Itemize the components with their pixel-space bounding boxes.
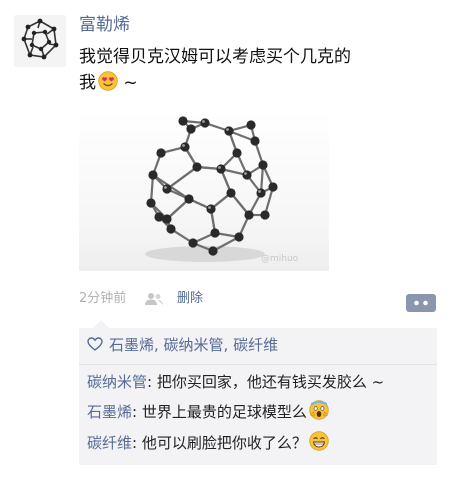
comments-panel: 石墨烯, 碳纳米管, 碳纤维 碳纳米管: 把你买回家，他还有钱买发胶么 ~ 石墨… xyxy=(79,320,437,465)
heart-icon xyxy=(87,337,103,351)
comment-item[interactable]: 石墨烯: 世界上最贵的足球模型么 xyxy=(87,400,329,423)
comment-text: 他可以刷脸把你收了么？ xyxy=(141,434,307,452)
post-time: 2分钟前 xyxy=(79,291,127,306)
comment-item[interactable]: 碳纳米管: 把你买回家，他还有钱买发胶么 ~ xyxy=(87,371,384,393)
comment-menu-button[interactable] xyxy=(406,294,436,312)
screaming-face-emoji-icon xyxy=(309,400,329,420)
likes-divider xyxy=(79,364,437,365)
fullerene-avatar-image xyxy=(21,18,59,60)
post-text-line-2-start: 我 xyxy=(79,73,96,93)
more-dots-icon xyxy=(414,300,428,306)
post-text: 我觉得贝克汉姆可以考虑买个几克的 我 ~ xyxy=(79,44,439,96)
image-watermark: @mihuo xyxy=(261,254,299,264)
comment-item[interactable]: 碳纤维: 他可以刷脸把你收了么？ xyxy=(87,431,329,454)
fullerene-molecule-image xyxy=(145,116,278,262)
comment-colon: : xyxy=(132,403,142,421)
comment-text: 世界上最贵的足球模型么 xyxy=(141,403,307,421)
post-text-line-1: 我觉得贝克汉姆可以考虑买个几克的 xyxy=(79,47,351,67)
likes-names[interactable]: 石墨烯, 碳纳米管, 碳纤维 xyxy=(109,336,278,354)
post-text-line-2: 我 ~ xyxy=(79,70,439,96)
comment-text: 把你买回家，他还有钱买发胶么 ~ xyxy=(156,373,385,391)
comment-colon: : xyxy=(147,373,157,391)
post-image[interactable]: @mihuo xyxy=(79,111,329,271)
comment-author[interactable]: 石墨烯 xyxy=(87,403,132,421)
post-text-suffix: ~ xyxy=(118,73,138,93)
grinning-face-emoji-icon xyxy=(309,431,329,451)
delete-link[interactable]: 删除 xyxy=(177,289,203,309)
comment-colon: : xyxy=(132,434,142,452)
visibility-people-icon[interactable] xyxy=(143,292,165,306)
post-author[interactable]: 富勒烯 xyxy=(79,14,130,36)
avatar[interactable] xyxy=(14,15,66,67)
likes-row: 石墨烯, 碳纳米管, 碳纤维 xyxy=(87,334,278,356)
comment-author[interactable]: 碳纳米管 xyxy=(87,373,147,391)
comment-author[interactable]: 碳纤维 xyxy=(87,434,132,452)
heart-eyes-emoji-icon xyxy=(98,71,118,91)
